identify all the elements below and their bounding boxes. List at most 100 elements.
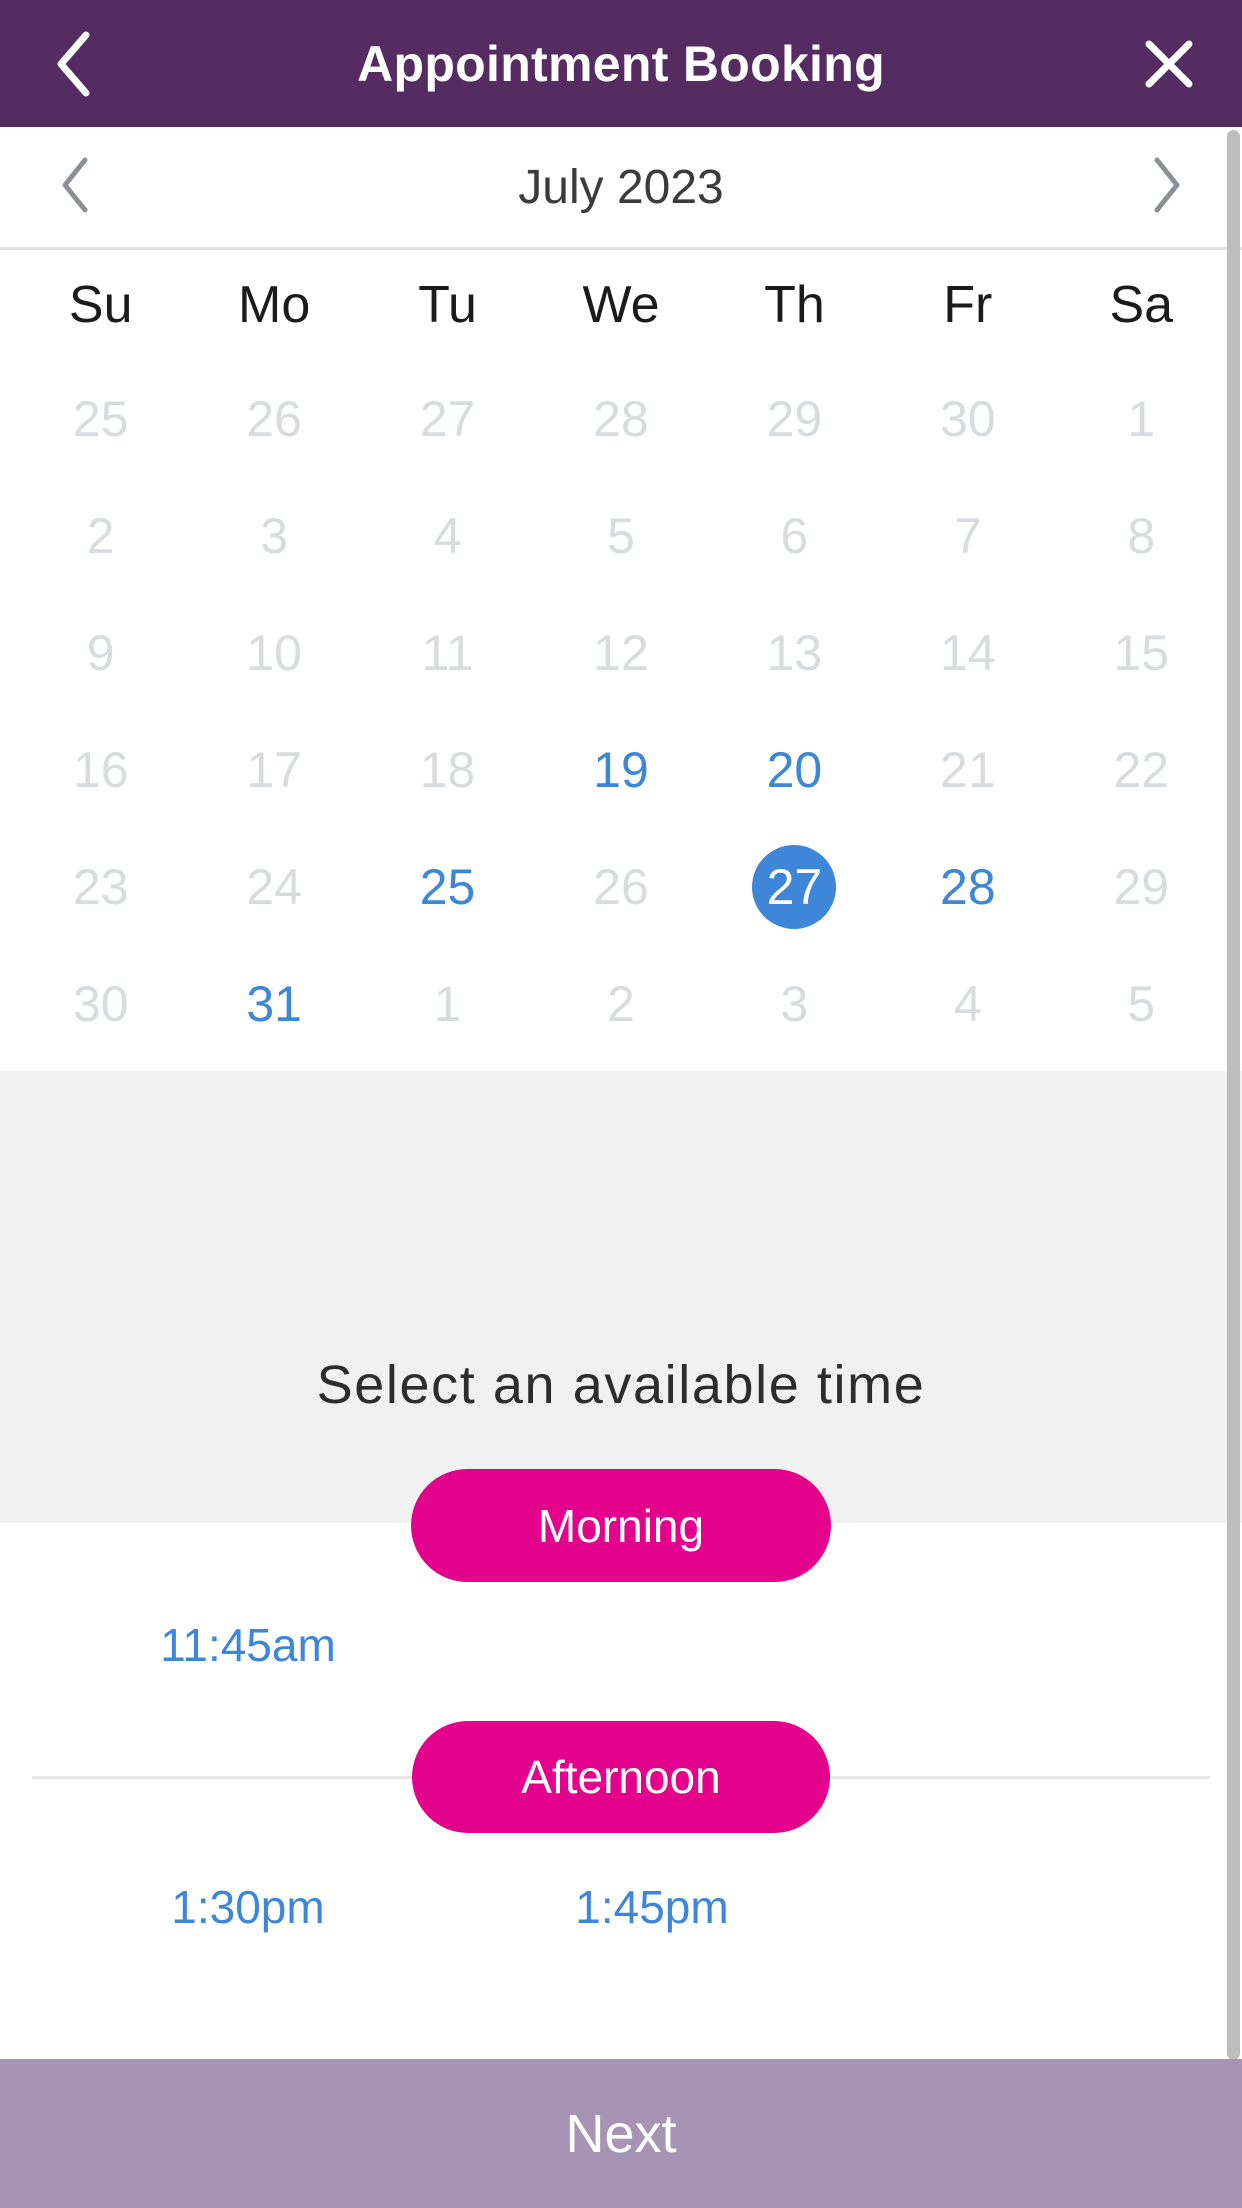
day-number: 5 (1127, 975, 1156, 1032)
calendar-day: 8 (1055, 477, 1228, 594)
day-number: 18 (419, 741, 476, 798)
weekday-label: Sa (1109, 276, 1174, 334)
calendar-day: 2 (534, 945, 707, 1062)
calendar-day-selected[interactable]: 27 (708, 828, 881, 945)
time-group-morning-label[interactable]: Morning (411, 1469, 831, 1582)
day-number: 2 (86, 507, 115, 564)
time-panel-background (0, 1071, 1242, 1523)
calendar-day: 22 (1055, 711, 1228, 828)
day-number: 16 (72, 741, 129, 798)
select-time-heading: Select an available time (316, 1355, 926, 1415)
calendar-day: 4 (361, 477, 534, 594)
day-number: 25 (72, 390, 129, 447)
calendar-day: 1 (361, 945, 534, 1062)
calendar-week-row: 2 3 4 5 6 7 8 (14, 477, 1228, 594)
calendar-weeks: 25 26 27 28 29 30 1 2 3 4 5 6 7 8 9 10 11 12 13 14 15 16 17 18 1… (14, 360, 1228, 1062)
day-number: 25 (419, 858, 476, 915)
day-number: 27 (766, 858, 823, 915)
day-number: 1 (433, 975, 462, 1032)
weekday-label: Fr (943, 276, 993, 334)
day-number: 13 (766, 624, 823, 681)
previous-month-button[interactable] (40, 152, 110, 222)
day-number: 5 (607, 507, 635, 564)
day-number: 20 (766, 741, 823, 798)
next-month-button[interactable] (1132, 152, 1202, 222)
calendar-grid: Su Mo Tu We Th Fr Sa 25 26 27 28 29 30 1 2 3 4 5 6 7 8 9 10 11… (0, 250, 1242, 1071)
month-navigation: July 2023 (0, 127, 1242, 250)
calendar-day: 6 (708, 477, 881, 594)
vertical-scrollbar[interactable] (1226, 130, 1242, 2060)
calendar-day[interactable]: 31 (187, 945, 360, 1062)
calendar-day: 3 (187, 477, 360, 594)
calendar-day: 28 (534, 360, 707, 477)
next-button[interactable]: Next (0, 2059, 1242, 2208)
calendar-day: 29 (1055, 828, 1228, 945)
calendar-day: 12 (534, 594, 707, 711)
calendar-day: 27 (361, 360, 534, 477)
calendar-week-row: 23 24 25 26 27 28 29 (14, 828, 1228, 945)
calendar-day[interactable]: 20 (708, 711, 881, 828)
day-number: 1 (1127, 390, 1156, 447)
calendar-day: 1 (1055, 360, 1228, 477)
calendar-day: 2 (14, 477, 187, 594)
calendar-day: 13 (708, 594, 881, 711)
chevron-left-icon (53, 31, 93, 97)
calendar-day: 5 (534, 477, 707, 594)
chevron-right-icon (1151, 156, 1183, 219)
time-slot[interactable]: 1:30pm (46, 1880, 450, 1934)
calendar-day: 23 (14, 828, 187, 945)
time-slot[interactable]: 11:45am (46, 1618, 450, 1672)
calendar-day: 30 (14, 945, 187, 1062)
day-number: 9 (86, 624, 115, 681)
day-number: 14 (940, 624, 996, 681)
day-number: 31 (246, 975, 302, 1032)
app-screen: Appointment Booking July 2023 Su Mo Tu W… (0, 0, 1242, 2208)
back-button[interactable] (38, 29, 108, 99)
day-number: 15 (1113, 624, 1170, 681)
day-number: 19 (593, 741, 649, 798)
time-slot[interactable]: 1:45pm (450, 1880, 854, 1934)
calendar-day[interactable]: 25 (361, 828, 534, 945)
page-title: Appointment Booking (357, 35, 885, 92)
day-number: 3 (260, 507, 289, 564)
calendar-day: 21 (881, 711, 1054, 828)
day-number: 12 (593, 624, 649, 681)
weekday-label: Su (68, 276, 133, 334)
calendar-day: 7 (881, 477, 1054, 594)
day-number: 6 (780, 507, 809, 564)
calendar-day: 16 (14, 711, 187, 828)
day-number: 2 (607, 975, 635, 1032)
close-icon (1143, 38, 1195, 90)
app-header: Appointment Booking (0, 0, 1242, 127)
calendar-day: 5 (1055, 945, 1228, 1062)
calendar-week-row: 30 31 1 2 3 4 5 (14, 945, 1228, 1062)
month-label: July 2023 (518, 160, 724, 214)
day-number: 27 (419, 390, 476, 447)
calendar-day: 9 (14, 594, 187, 711)
calendar-day: 25 (14, 360, 187, 477)
chevron-left-icon (59, 156, 91, 219)
calendar-week-row: 25 26 27 28 29 30 1 (14, 360, 1228, 477)
day-number: 4 (953, 975, 982, 1032)
day-number: 17 (246, 741, 302, 798)
calendar-day: 3 (708, 945, 881, 1062)
weekday-label: We (582, 276, 660, 334)
day-number: 3 (780, 975, 809, 1032)
day-number: 24 (246, 858, 302, 915)
weekday-label: Mo (238, 276, 311, 334)
calendar-day[interactable]: 19 (534, 711, 707, 828)
day-number: 7 (953, 507, 982, 564)
calendar-day: 24 (187, 828, 360, 945)
day-number: 23 (72, 858, 129, 915)
day-number: 21 (940, 741, 996, 798)
day-number: 28 (593, 390, 649, 447)
calendar-day[interactable]: 28 (881, 828, 1054, 945)
calendar-day: 14 (881, 594, 1054, 711)
calendar-day: 18 (361, 711, 534, 828)
time-group-afternoon-label[interactable]: Afternoon (412, 1721, 830, 1833)
calendar-week-row: 16 17 18 19 20 21 22 (14, 711, 1228, 828)
close-button[interactable] (1134, 29, 1204, 99)
calendar-week-row: 9 10 11 12 13 14 15 (14, 594, 1228, 711)
calendar-day: 26 (534, 828, 707, 945)
scrollbar-thumb[interactable] (1227, 130, 1240, 2060)
